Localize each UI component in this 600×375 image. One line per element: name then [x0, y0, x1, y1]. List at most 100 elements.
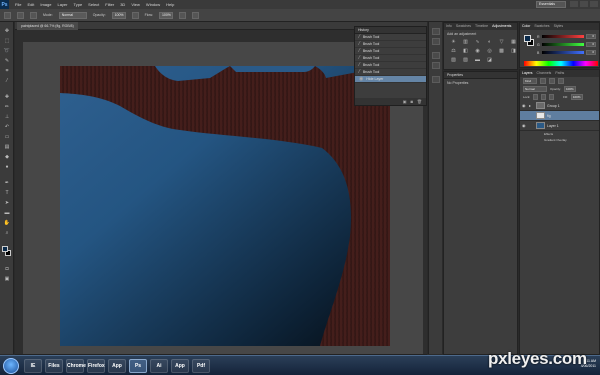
color-spectrum[interactable]: [524, 61, 598, 66]
tab-layers[interactable]: Layers: [522, 70, 533, 77]
menu-type[interactable]: Type: [74, 2, 83, 7]
new-document-icon[interactable]: ▣: [403, 99, 407, 104]
menu-image[interactable]: Image: [40, 2, 51, 7]
filter-pixel-icon[interactable]: [540, 78, 546, 84]
history-item[interactable]: ⁄ Brush Tool: [355, 48, 426, 55]
zoom-tool-icon[interactable]: ⌕: [3, 230, 11, 236]
maximize-button[interactable]: [580, 1, 588, 7]
tab-timeline[interactable]: Timeline: [475, 23, 488, 30]
flow-field[interactable]: 100%: [158, 11, 173, 19]
pressure-size-icon[interactable]: [191, 11, 199, 19]
clone-stamp-tool-icon[interactable]: ⊥: [3, 114, 11, 120]
selective-color-icon[interactable]: ◪: [485, 57, 494, 63]
tab-swatches[interactable]: Swatches: [534, 23, 549, 30]
red-value[interactable]: 0: [586, 34, 596, 39]
type-tool-icon[interactable]: T: [3, 190, 11, 196]
brightness-icon[interactable]: ☀: [449, 39, 458, 45]
threshold-icon[interactable]: ▨: [461, 57, 470, 63]
history-item[interactable]: ⁄ Brush Tool: [355, 55, 426, 62]
trash-icon[interactable]: 🗑: [417, 99, 422, 104]
dodge-tool-icon[interactable]: ●: [3, 164, 11, 170]
lock-pixels-icon[interactable]: [533, 94, 539, 100]
minimize-button[interactable]: [570, 1, 578, 7]
history-panel-icon[interactable]: [432, 28, 440, 35]
brush-panel-icon[interactable]: [30, 11, 37, 19]
gradient-map-icon[interactable]: ▬: [473, 57, 482, 63]
green-value[interactable]: 0: [586, 42, 596, 47]
levels-icon[interactable]: ▥: [461, 39, 470, 45]
menu-view[interactable]: View: [131, 2, 140, 7]
taskbar-app[interactable]: Ai: [150, 359, 168, 373]
menu-help[interactable]: Help: [166, 2, 174, 7]
quick-mask-icon[interactable]: ◘: [3, 266, 11, 272]
layer-opacity-field[interactable]: 100%: [564, 86, 577, 92]
workspace-select[interactable]: Essentials: [536, 1, 566, 8]
lasso-tool-icon[interactable]: ➰: [3, 48, 11, 54]
layer-row-selected[interactable]: fig: [520, 111, 599, 121]
brush-panel-icon[interactable]: [432, 52, 440, 59]
brush-tool-icon[interactable]: ✏: [3, 104, 11, 110]
history-tab[interactable]: History: [355, 27, 426, 34]
invert-icon[interactable]: ◨: [509, 48, 518, 54]
tab-styles[interactable]: Styles: [554, 23, 564, 30]
layer-name[interactable]: Layer 1: [547, 124, 559, 128]
foreground-color-swatch[interactable]: [2, 246, 8, 252]
green-slider[interactable]: G 0: [537, 42, 599, 47]
lock-position-icon[interactable]: [541, 94, 547, 100]
screen-mode-icon[interactable]: ▣: [3, 276, 11, 282]
hand-tool-icon[interactable]: ✋: [3, 220, 11, 226]
history-item[interactable]: ⁄ Brush Tool: [355, 62, 426, 69]
character-panel-icon[interactable]: [432, 76, 440, 83]
brush-preset-icon[interactable]: [4, 11, 11, 19]
opacity-field[interactable]: 100%: [111, 11, 126, 19]
menu-3d[interactable]: 3D: [120, 2, 125, 7]
lock-all-icon[interactable]: [549, 94, 555, 100]
blue-slider-bar[interactable]: [542, 51, 584, 54]
crop-tool-icon[interactable]: ⌗: [3, 68, 11, 74]
layer-fill-field[interactable]: 100%: [570, 94, 583, 100]
tab-swatches[interactable]: Swatches: [456, 23, 471, 30]
document-tab[interactable]: paintplaced @ 66.7% (fig, RGB/8): [17, 22, 78, 30]
history-item-active[interactable]: ◉ Hide Layer: [355, 76, 426, 83]
snapshot-icon[interactable]: ◙: [411, 99, 413, 104]
taskbar-app[interactable]: Files: [45, 359, 63, 373]
taskbar-app[interactable]: Chrome: [66, 359, 86, 373]
mode-select[interactable]: Normal: [58, 11, 87, 19]
exposure-icon[interactable]: ◐: [485, 39, 494, 45]
healing-brush-tool-icon[interactable]: ✚: [3, 94, 11, 100]
green-slider-bar[interactable]: [542, 43, 584, 46]
photo-filter-icon[interactable]: ◉: [473, 48, 482, 54]
visibility-eye-icon[interactable]: ◉: [522, 123, 527, 128]
gradient-overlay-effect[interactable]: Gradient Overlay: [520, 137, 599, 143]
menu-file[interactable]: File: [15, 2, 21, 7]
color-lookup-icon[interactable]: ▩: [497, 48, 506, 54]
shape-tool-icon[interactable]: ▬: [3, 210, 11, 216]
tab-adjustments[interactable]: Adjustments: [492, 23, 511, 30]
history-item[interactable]: ⁄ Brush Tool: [355, 69, 426, 76]
hue-icon[interactable]: ▦: [509, 39, 518, 45]
taskbar-app[interactable]: Pdf: [192, 359, 210, 373]
history-item[interactable]: ⁄ Brush Tool: [355, 41, 426, 48]
clone-source-icon[interactable]: [432, 62, 440, 69]
color-balance-icon[interactable]: ⚖: [449, 48, 458, 54]
move-tool-icon[interactable]: ✥: [3, 28, 11, 34]
foreground-color-swatch[interactable]: [524, 35, 531, 42]
taskbar-app-active[interactable]: Ps: [129, 359, 147, 373]
filter-adjust-icon[interactable]: [549, 78, 555, 84]
layer-row[interactable]: ◉ Layer 1: [520, 121, 599, 131]
taskbar-app[interactable]: App: [171, 359, 189, 373]
history-item[interactable]: ⁄ Brush Tool: [355, 34, 426, 41]
taskbar-app[interactable]: App: [108, 359, 126, 373]
menu-select[interactable]: Select: [88, 2, 99, 7]
taskbar-app[interactable]: Firefox: [87, 359, 105, 373]
filter-type-icon[interactable]: [558, 78, 564, 84]
menu-edit[interactable]: Edit: [27, 2, 34, 7]
airbrush-icon[interactable]: [178, 11, 186, 19]
layer-row[interactable]: ◉ ▸ Group 1: [520, 101, 599, 111]
eyedropper-tool-icon[interactable]: ⁄: [3, 78, 11, 84]
layer-name[interactable]: fig: [547, 114, 551, 118]
red-slider[interactable]: R 0: [537, 34, 599, 39]
tab-info[interactable]: Info: [446, 23, 452, 30]
blend-mode-select[interactable]: Normal: [523, 86, 547, 92]
menu-layer[interactable]: Layer: [57, 2, 67, 7]
